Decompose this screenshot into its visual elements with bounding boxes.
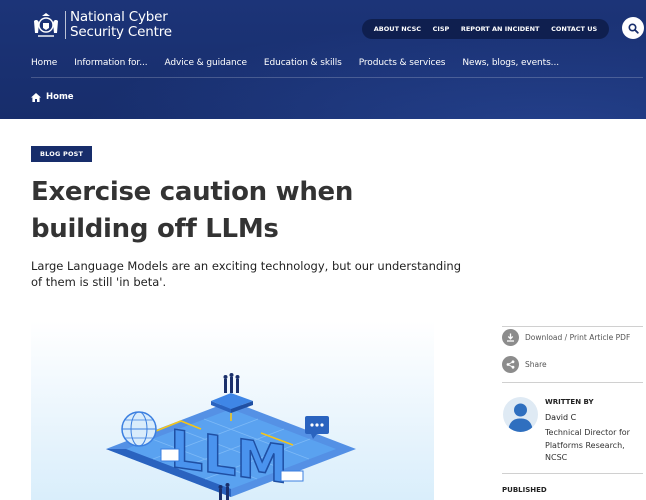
logo-line-1: National Cyber [70,9,168,25]
person-icon [508,403,533,432]
post-type-badge: BLOG POST [31,146,93,162]
utility-link-report-incident[interactable]: REPORT AN INCIDENT [461,25,540,33]
breadcrumb[interactable]: Home [31,92,74,102]
ncsc-logo[interactable]: National Cyber Security Centre [31,10,172,40]
published-label: PUBLISHED [502,486,547,494]
logo-wordmark: National Cyber Security Centre [70,10,172,40]
download-pdf-label: Download / Print Article PDF [525,333,631,342]
sidebar-divider [502,326,643,327]
utility-link-about[interactable]: ABOUT NCSC [374,25,421,33]
logo-line-2: Security Centre [70,24,172,40]
page-title: Exercise caution when building off LLMs [31,177,354,244]
sidebar-divider [502,382,643,383]
share-icon [502,356,519,373]
share-label: Share [525,360,547,369]
llm-isometric-illustration: LLM [106,373,356,500]
download-pdf-button[interactable]: Download / Print Article PDF [502,329,630,346]
hero-image: LLM [31,321,434,500]
logo-divider [65,11,66,39]
utility-nav: ABOUT NCSC CISP REPORT AN INCIDENT CONTA… [362,19,609,39]
search-icon [627,22,639,34]
royal-crest-icon [34,13,58,37]
home-icon [31,92,41,102]
author-role: Technical Director for Platforms Researc… [545,428,630,462]
nav-item-information-for[interactable]: Information for... [74,58,147,72]
breadcrumb-home-link[interactable]: Home [46,92,74,102]
nav-item-advice-guidance[interactable]: Advice & guidance [164,58,247,72]
utility-link-contact[interactable]: CONTACT US [551,25,597,33]
nav-item-home[interactable]: Home [31,58,57,72]
article-summary: Large Language Models are an exciting te… [31,259,462,289]
author-name: David C [545,413,577,422]
nav-item-news-blogs-events[interactable]: News, blogs, events... [462,58,559,72]
share-button[interactable]: Share [502,356,547,373]
utility-link-cisp[interactable]: CISP [433,25,450,33]
nav-item-education-skills[interactable]: Education & skills [264,58,342,72]
nav-item-products-services[interactable]: Products & services [359,58,446,72]
site-header: National Cyber Security Centre ABOUT NCS… [0,0,646,119]
avatar [503,397,538,432]
written-by-label: WRITTEN BY [545,398,594,406]
main-nav: Home Information for... Advice & guidanc… [31,58,559,72]
nav-divider [31,77,643,78]
sidebar-divider [502,473,643,474]
search-button[interactable] [622,17,644,39]
download-icon [502,329,519,346]
